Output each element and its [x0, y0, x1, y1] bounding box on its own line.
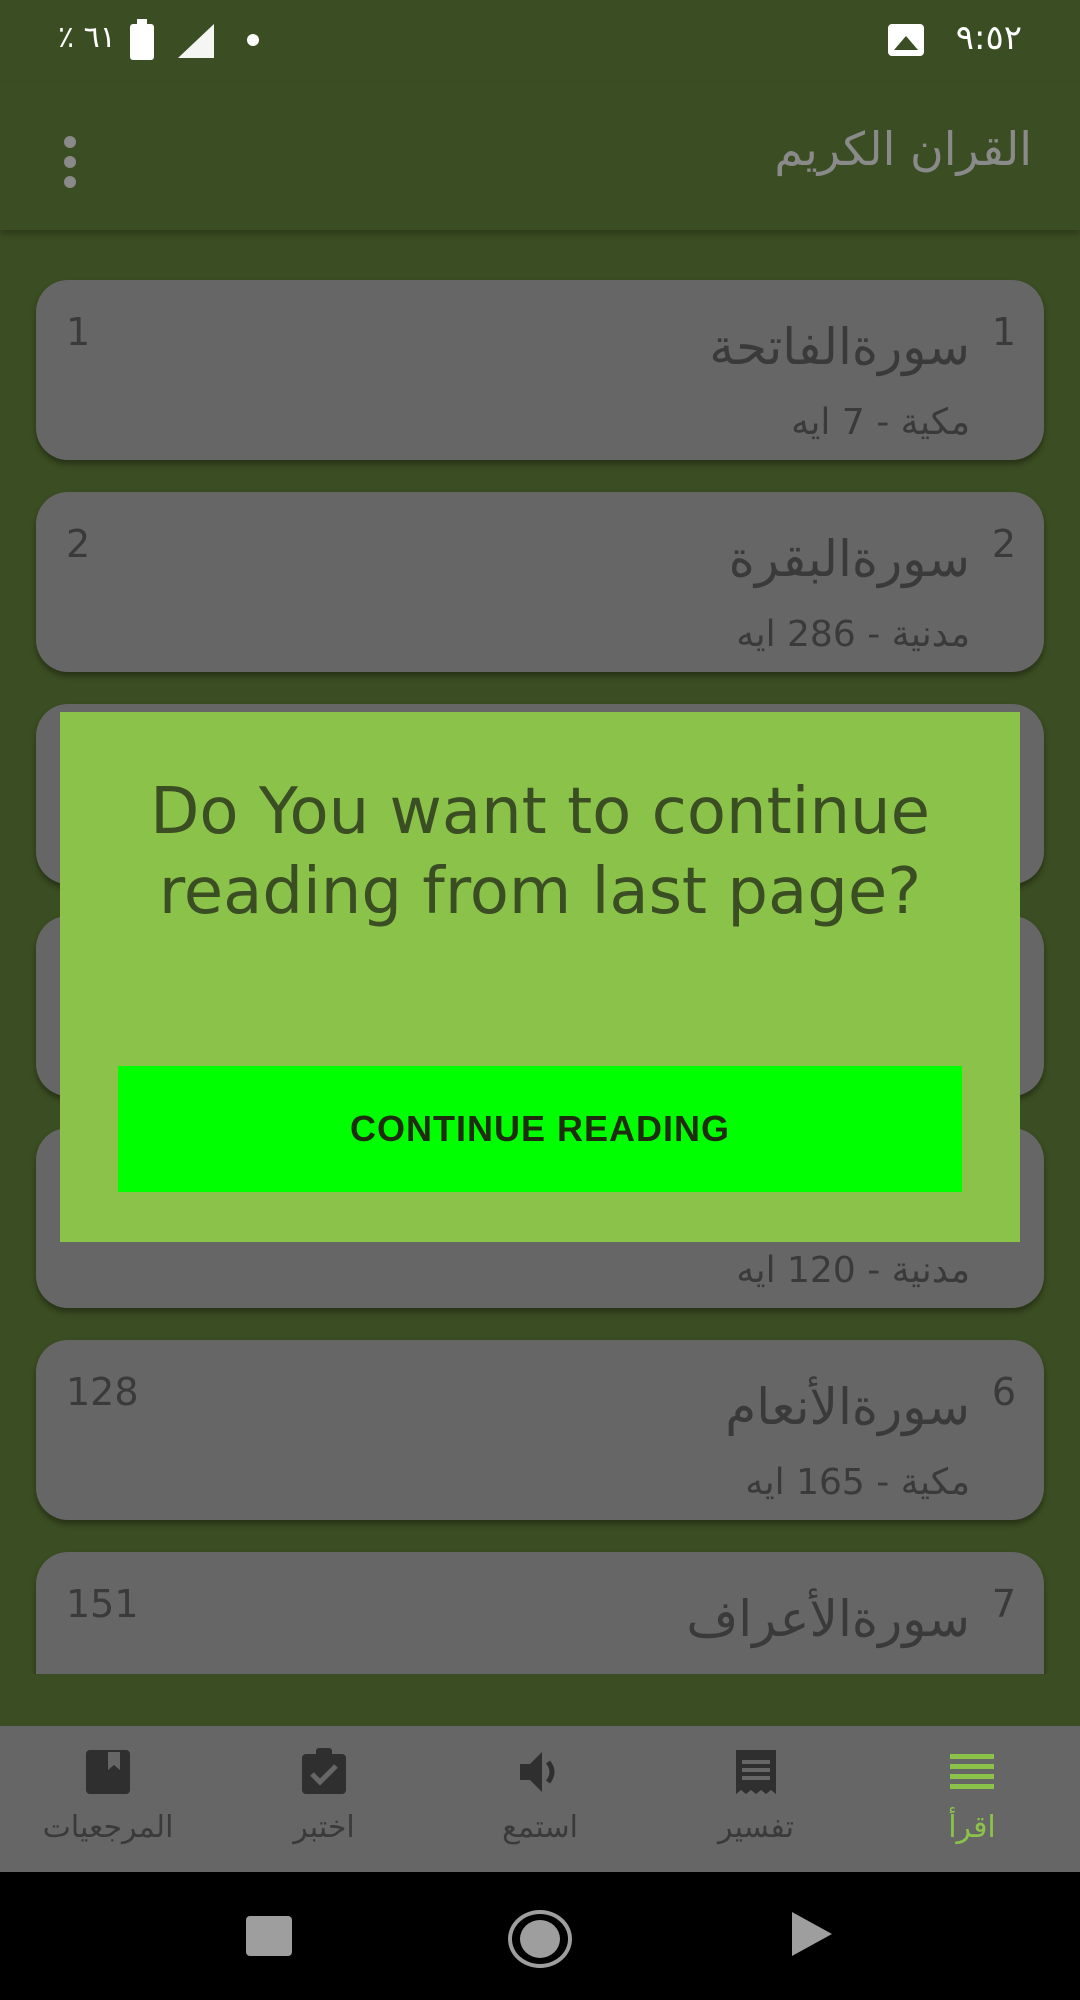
- back-button[interactable]: [792, 1912, 832, 1956]
- system-navigation-bar: [0, 1872, 1080, 2000]
- book-bookmark-icon: [86, 1750, 130, 1794]
- surah-index: 2: [991, 522, 1016, 566]
- app-title: القران الكريم: [774, 122, 1032, 176]
- nav-label: استمع: [502, 1810, 578, 1845]
- speaker-icon: [520, 1752, 555, 1792]
- surah-meta: مكية - 7 ايه: [791, 402, 970, 443]
- nav-label: المرجعيات: [42, 1810, 174, 1845]
- nav-label: اقرأ: [948, 1810, 996, 1845]
- surah-card[interactable]: 128 6 سورةالأنعام مكية - 165 ايه: [36, 1340, 1044, 1520]
- dialog-message: Do You want to continue reading from las…: [150, 775, 930, 929]
- battery-icon: [130, 19, 154, 60]
- surah-name: سورةالأعراف: [686, 1590, 970, 1648]
- nav-item-test[interactable]: اختبر: [216, 1726, 432, 1872]
- image-notification-icon: [888, 24, 924, 56]
- overflow-menu-icon[interactable]: [52, 132, 92, 192]
- recents-button[interactable]: [246, 1916, 292, 1956]
- surah-name: سورةالأنعام: [725, 1378, 970, 1436]
- surah-meta: مدنية - 286 ايه: [736, 614, 970, 655]
- signal-icon: [178, 24, 214, 58]
- nav-item-listen[interactable]: استمع: [432, 1726, 648, 1872]
- surah-page: 151: [66, 1582, 139, 1626]
- surah-index: 1: [991, 310, 1016, 354]
- home-button[interactable]: [508, 1910, 572, 1968]
- bottom-navigation: المرجعيات اختبر استمع تفسير اقرأ: [0, 1726, 1080, 1872]
- surah-meta: مدنية - 120 ايه: [736, 1250, 970, 1291]
- battery-percent: ٪ ٦١: [58, 20, 116, 55]
- surah-meta: مكية - 165 ايه: [745, 1462, 970, 1503]
- app-bar: القران الكريم: [0, 82, 1080, 230]
- nav-label: تفسير: [718, 1810, 794, 1845]
- surah-page: 1: [66, 310, 91, 354]
- surah-page: 2: [66, 522, 91, 566]
- surah-index: 7: [991, 1582, 1016, 1626]
- clipboard-check-icon: [302, 1748, 346, 1794]
- nav-label: اختبر: [293, 1810, 355, 1845]
- surah-name: سورةالفاتحة: [709, 318, 970, 376]
- nav-item-tafsir[interactable]: تفسير: [648, 1726, 864, 1872]
- receipt-icon: [736, 1750, 776, 1794]
- surah-name: سورةالبقرة: [728, 530, 970, 588]
- status-bar: ٪ ٦١ ٩:٥٢: [0, 0, 1080, 82]
- list-lines-icon: [950, 1754, 994, 1789]
- surah-card[interactable]: 151 7 سورةالأعراف: [36, 1552, 1044, 1674]
- surah-card[interactable]: 2 2 سورةالبقرة مدنية - 286 ايه: [36, 492, 1044, 672]
- surah-page: 128: [66, 1370, 139, 1414]
- continue-reading-dialog: Do You want to continue reading from las…: [60, 712, 1020, 1242]
- nav-item-read[interactable]: اقرأ: [864, 1726, 1080, 1872]
- surah-index: 6: [991, 1370, 1016, 1414]
- continue-reading-button[interactable]: CONTINUE READING: [118, 1066, 962, 1192]
- notification-dot-icon: [247, 34, 259, 46]
- nav-item-references[interactable]: المرجعيات: [0, 1726, 216, 1872]
- status-time: ٩:٥٢: [955, 18, 1022, 58]
- surah-card[interactable]: 1 1 سورةالفاتحة مكية - 7 ايه: [36, 280, 1044, 460]
